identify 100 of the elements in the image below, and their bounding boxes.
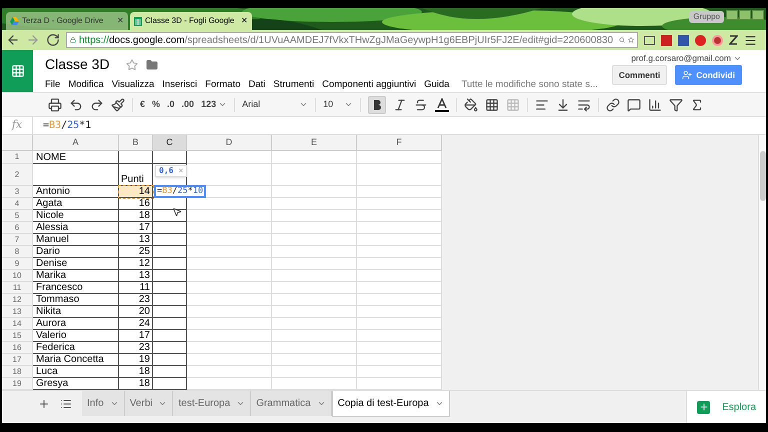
strikethrough-icon[interactable] bbox=[414, 98, 428, 112]
menu-item[interactable]: Dati bbox=[248, 79, 266, 91]
italic-icon[interactable] bbox=[393, 98, 408, 112]
row-header[interactable]: 2 bbox=[2, 164, 33, 186]
undo-icon[interactable] bbox=[69, 98, 83, 112]
comment-icon[interactable] bbox=[627, 98, 642, 112]
menu-item[interactable]: Guida bbox=[424, 79, 450, 91]
close-button[interactable]: ✕ bbox=[241, 15, 248, 27]
row-header[interactable]: 7 bbox=[2, 234, 33, 246]
account-email[interactable]: prof.g.corsaro@gmail.com bbox=[631, 53, 731, 63]
sheet-tab[interactable]: Info bbox=[82, 391, 125, 416]
row-header[interactable]: 9 bbox=[2, 258, 33, 270]
reload-icon[interactable] bbox=[46, 33, 60, 47]
menu-item[interactable]: File bbox=[45, 79, 60, 91]
row-header[interactable]: 4 bbox=[2, 198, 33, 210]
row-header[interactable]: 11 bbox=[2, 282, 33, 294]
row-header[interactable]: 18 bbox=[2, 366, 33, 378]
table-cell bbox=[153, 318, 187, 330]
percent-button[interactable]: % bbox=[152, 98, 160, 112]
sheet-tab[interactable]: test-Europa bbox=[173, 391, 252, 416]
row-header[interactable]: 17 bbox=[2, 354, 33, 366]
star-icon[interactable] bbox=[126, 58, 138, 70]
close-button[interactable]: ✕ bbox=[117, 15, 124, 27]
row-header[interactable]: 15 bbox=[2, 330, 33, 342]
explore-button[interactable]: Esplora bbox=[686, 391, 766, 423]
filter-icon[interactable] bbox=[669, 98, 684, 112]
row-header[interactable]: 8 bbox=[2, 246, 33, 258]
font-size-dropdown[interactable]: 10 bbox=[323, 98, 354, 112]
table-cell: Federica bbox=[33, 342, 119, 354]
row-header[interactable]: 3 bbox=[2, 186, 33, 198]
formula-field[interactable]: =B3/25*1 bbox=[43, 118, 92, 133]
table-cell: 25 bbox=[119, 246, 153, 258]
column-header[interactable]: E bbox=[272, 135, 357, 150]
row-header[interactable]: 10 bbox=[2, 270, 33, 282]
text-color-icon[interactable] bbox=[435, 98, 450, 112]
row-header[interactable]: 16 bbox=[2, 342, 33, 354]
merge-cells-icon[interactable] bbox=[506, 98, 520, 112]
extension-icon[interactable] bbox=[678, 34, 689, 46]
row-header[interactable]: 12 bbox=[2, 294, 33, 306]
row-header[interactable]: 6 bbox=[2, 222, 33, 234]
back-icon[interactable] bbox=[6, 33, 20, 47]
caret-icon bbox=[316, 399, 326, 408]
borders-icon[interactable] bbox=[485, 98, 500, 112]
row-header[interactable]: 19 bbox=[2, 378, 33, 390]
caret-icon bbox=[434, 399, 444, 408]
row-header[interactable]: 13 bbox=[2, 306, 33, 318]
text-wrap-icon[interactable] bbox=[577, 98, 592, 112]
document-title[interactable]: Classe 3D bbox=[45, 54, 110, 75]
address-field[interactable]: https://docs.google.com/spreadsheets/d/1UVuAAMDEJ7fVkxTHwZgJMaGeywpH1g6EBPjUIr5FJ2E/edit#gid=220600830 bbox=[66, 32, 638, 48]
row-header[interactable]: 14 bbox=[2, 318, 33, 330]
extension-icon[interactable] bbox=[661, 34, 672, 46]
fill-color-icon[interactable] bbox=[464, 98, 478, 112]
table-cell: 14 bbox=[119, 186, 153, 198]
add-sheet-icon[interactable] bbox=[38, 398, 50, 410]
menu-item[interactable]: Inserisci bbox=[162, 79, 198, 91]
star-icon[interactable] bbox=[628, 35, 634, 45]
row-header[interactable]: 5 bbox=[2, 210, 33, 222]
folder-icon[interactable] bbox=[146, 58, 158, 70]
comments-button[interactable]: Commenti bbox=[612, 65, 668, 85]
menu-item[interactable]: Strumenti bbox=[273, 79, 314, 91]
link-icon[interactable] bbox=[606, 98, 620, 112]
menu-item[interactable]: Formato bbox=[205, 79, 241, 91]
table-cell bbox=[153, 222, 187, 234]
scrollbar[interactable] bbox=[758, 135, 766, 390]
cast-icon[interactable] bbox=[644, 36, 655, 44]
menu-icon[interactable] bbox=[744, 34, 757, 46]
print-icon[interactable] bbox=[48, 98, 62, 112]
sheet-tab[interactable]: Copia di test-Europa bbox=[332, 391, 450, 417]
row-header[interactable]: 1 bbox=[2, 151, 33, 164]
chart-icon[interactable] bbox=[648, 98, 662, 112]
vertical-align-icon[interactable] bbox=[556, 98, 570, 112]
column-header[interactable]: C bbox=[153, 135, 187, 150]
column-header[interactable]: D bbox=[187, 135, 272, 150]
font-dropdown[interactable]: Arial bbox=[242, 98, 308, 112]
menu-item[interactable]: Modifica bbox=[68, 79, 104, 91]
increase-decimals-button[interactable]: .00 bbox=[182, 98, 194, 112]
sheets-logo[interactable] bbox=[2, 50, 33, 92]
redo-icon[interactable] bbox=[90, 98, 104, 112]
paint-format-icon[interactable] bbox=[111, 98, 125, 112]
menu-item[interactable]: Visualizza bbox=[112, 79, 154, 91]
table-cell: Tommaso bbox=[33, 294, 119, 306]
decrease-decimals-button[interactable]: .0 bbox=[167, 98, 175, 112]
more-formats-button[interactable]: 123 bbox=[201, 98, 228, 112]
table-cell bbox=[153, 234, 187, 246]
profile-badge[interactable]: Gruppo bbox=[689, 11, 724, 23]
tab-title: Classe 3D - Fogli Google bbox=[145, 15, 236, 27]
extension-icon[interactable] bbox=[712, 34, 723, 46]
column-header[interactable]: F bbox=[357, 135, 442, 150]
sheet-tab[interactable]: Grammatica bbox=[251, 391, 332, 416]
browser-tab[interactable]: Terza D - Google Drive ✕ bbox=[6, 12, 128, 30]
align-icon[interactable] bbox=[535, 98, 550, 112]
search-icon[interactable] bbox=[619, 35, 626, 45]
menu-item[interactable]: Componenti aggiuntivi bbox=[322, 79, 416, 91]
browser-tab[interactable]: Classe 3D - Fogli Google ✕ bbox=[130, 12, 252, 30]
column-header[interactable]: A bbox=[33, 135, 119, 150]
bold-icon[interactable] bbox=[368, 96, 386, 114]
extension-icon[interactable] bbox=[729, 35, 738, 45]
cell-editor[interactable]: =B3/25*10 bbox=[154, 185, 206, 198]
currency-button[interactable]: € bbox=[140, 98, 146, 112]
sheet-tab[interactable]: Verbi bbox=[124, 391, 174, 416]
